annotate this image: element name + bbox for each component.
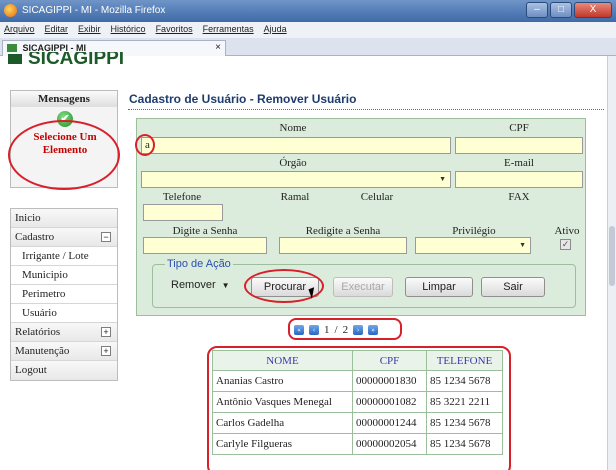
privilegio-select[interactable] bbox=[415, 237, 531, 254]
limpar-button[interactable]: Limpar bbox=[405, 277, 473, 297]
sidebar-subitem-label: Usuário bbox=[22, 307, 57, 319]
sidebar-item-logout[interactable]: Logout bbox=[11, 361, 117, 380]
cpf-label: CPF bbox=[509, 122, 529, 134]
orgao-label: Órgão bbox=[279, 157, 307, 169]
telefone-label: Telefone bbox=[162, 191, 202, 203]
executar-button[interactable]: Executar bbox=[333, 277, 393, 297]
nome-label: Nome bbox=[279, 122, 307, 134]
ativo-label: Ativo bbox=[554, 225, 580, 237]
orgao-select[interactable] bbox=[141, 171, 451, 188]
email-input[interactable] bbox=[455, 171, 583, 188]
sidebar-item-label: Relatórios bbox=[15, 326, 61, 338]
senha-input[interactable] bbox=[143, 237, 267, 254]
app-logo: SICAGIPPI bbox=[8, 52, 124, 68]
sidebar-item-label: Manutenção bbox=[15, 345, 70, 357]
maximize-button[interactable]: □ bbox=[550, 2, 572, 18]
highlight-oval-nome bbox=[135, 134, 155, 156]
senha-label: Digite a Senha bbox=[172, 225, 238, 237]
menu-bar: Arquivo Editar Exibir Histórico Favorito… bbox=[0, 22, 616, 38]
menu-historico[interactable]: Histórico bbox=[111, 24, 146, 38]
highlight-oval-pager bbox=[288, 318, 402, 340]
ativo-checkbox[interactable]: ✓ bbox=[560, 239, 571, 250]
firefox-icon bbox=[4, 4, 17, 17]
menu-editar[interactable]: Editar bbox=[45, 24, 69, 38]
page-title: Cadastro de Usuário - Remover Usuário bbox=[129, 92, 357, 106]
logo-text: SICAGIPPI bbox=[28, 52, 125, 68]
minimize-button[interactable]: – bbox=[526, 2, 548, 18]
messages-header: Mensagens bbox=[11, 91, 117, 107]
menu-arquivo[interactable]: Arquivo bbox=[4, 24, 35, 38]
action-type-legend: Tipo de Ação bbox=[165, 258, 233, 270]
expand-icon[interactable]: + bbox=[101, 327, 111, 337]
title-divider bbox=[128, 109, 604, 110]
site-favicon-icon bbox=[7, 44, 17, 52]
email-label: E-mail bbox=[504, 157, 534, 169]
nome-input[interactable]: a bbox=[141, 137, 451, 154]
action-type-select[interactable]: Remover ▼ bbox=[171, 279, 230, 291]
menu-exibir[interactable]: Exibir bbox=[78, 24, 101, 38]
sidebar-item-label: Inicio bbox=[15, 212, 41, 224]
redigite-senha-input[interactable] bbox=[279, 237, 407, 254]
sidebar-subitem-irrigante[interactable]: Irrigante / Lote bbox=[11, 247, 117, 266]
sidebar-subitem-label: Municipio bbox=[22, 269, 68, 281]
expand-icon[interactable]: + bbox=[101, 346, 111, 356]
ramal-label: Ramal bbox=[280, 191, 310, 203]
highlight-oval-table bbox=[207, 346, 511, 470]
close-window-button[interactable]: X bbox=[574, 2, 612, 18]
collapse-icon[interactable]: − bbox=[101, 232, 111, 242]
redigite-senha-label: Redigite a Senha bbox=[305, 225, 381, 237]
action-type-group: Tipo de Ação Remover ▼ Procurar Executar … bbox=[152, 258, 576, 308]
scrollbar-thumb[interactable] bbox=[609, 226, 615, 286]
highlight-oval-messages bbox=[8, 120, 120, 190]
sidebar-item-manutencao[interactable]: Manutenção + bbox=[11, 342, 117, 361]
privilegio-label: Privilégio bbox=[452, 225, 496, 237]
window-title: SICAGIPPI - MI - Mozilla Firefox bbox=[22, 5, 166, 16]
sidebar-subitem-perimetro[interactable]: Perimetro bbox=[11, 285, 117, 304]
menu-ajuda[interactable]: Ajuda bbox=[264, 24, 287, 38]
sidebar-item-cadastro[interactable]: Cadastro − bbox=[11, 228, 117, 247]
sidebar-item-inicio[interactable]: Inicio bbox=[11, 209, 117, 228]
sidebar-subitem-label: Perimetro bbox=[22, 288, 66, 300]
telefone-input[interactable] bbox=[143, 204, 223, 221]
page-scrollbar[interactable] bbox=[607, 56, 616, 470]
window-controls: – □ X bbox=[526, 2, 612, 18]
action-type-value: Remover bbox=[171, 279, 216, 291]
sidebar-item-label: Cadastro bbox=[15, 231, 55, 243]
sidebar-item-label: Logout bbox=[15, 364, 47, 376]
chevron-down-icon: ▼ bbox=[221, 281, 230, 290]
window-titlebar: SICAGIPPI - MI - Mozilla Firefox – □ X bbox=[0, 0, 616, 22]
tab-close-icon[interactable]: × bbox=[215, 42, 221, 53]
sidebar-item-relatorios[interactable]: Relatórios + bbox=[11, 323, 117, 342]
cpf-input[interactable] bbox=[455, 137, 583, 154]
sidebar-subitem-label: Irrigante / Lote bbox=[22, 250, 89, 262]
sidebar-subitem-usuario[interactable]: Usuário bbox=[11, 304, 117, 323]
logo-mark-icon bbox=[8, 54, 22, 64]
fax-label: FAX bbox=[508, 191, 530, 203]
sidebar-subitem-municipio[interactable]: Municipio bbox=[11, 266, 117, 285]
side-menu: Inicio Cadastro − Irrigante / Lote Munic… bbox=[10, 208, 118, 381]
menu-ferramentas[interactable]: Ferramentas bbox=[203, 24, 254, 38]
celular-label: Celular bbox=[360, 191, 394, 203]
sair-button[interactable]: Sair bbox=[481, 277, 545, 297]
menu-favoritos[interactable]: Favoritos bbox=[156, 24, 193, 38]
